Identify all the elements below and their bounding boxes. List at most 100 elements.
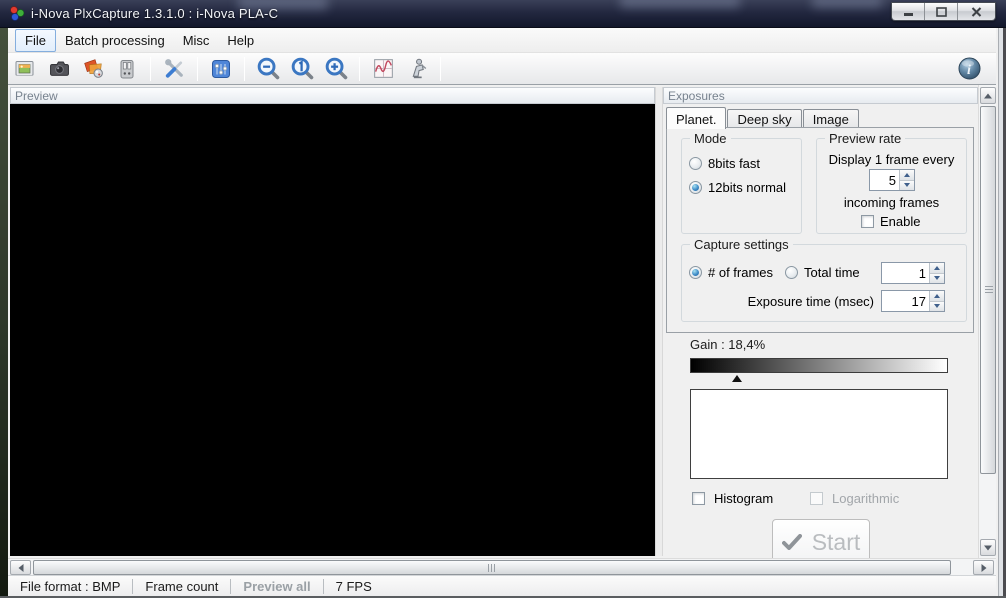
toolbar-separator xyxy=(197,56,198,81)
preview-rate-spin-down[interactable] xyxy=(900,180,914,190)
minimize-button[interactable] xyxy=(892,3,925,20)
scroll-up-button[interactable] xyxy=(980,87,996,104)
exposure-time-spin-down[interactable] xyxy=(930,301,944,311)
frame-count-input[interactable] xyxy=(882,263,929,283)
window-title: i-Nova PlxCapture 1.3.1.0 : i-Nova PLA-C xyxy=(31,6,279,21)
menu-bar: File Batch processing Misc Help xyxy=(8,28,996,52)
horizontal-scroll-thumb[interactable] xyxy=(33,560,951,575)
exposure-time-input[interactable] xyxy=(882,291,929,311)
preview-rate-line2: incoming frames xyxy=(843,195,940,210)
zoom-out-button[interactable] xyxy=(253,55,283,83)
radio-8bits-fast-label[interactable]: 8bits fast xyxy=(708,156,760,171)
toolbar-separator xyxy=(150,56,151,81)
histogram-checkbox[interactable] xyxy=(692,492,705,505)
check-icon xyxy=(781,534,802,550)
preview-rate-spin-up[interactable] xyxy=(900,170,914,181)
preview-rate-group-label: Preview rate xyxy=(825,131,906,146)
start-button-label: Start xyxy=(811,528,861,555)
exposure-time-label: Exposure time (msec) xyxy=(747,294,874,309)
mode-group: Mode 8bits fast 12bits normal xyxy=(681,131,802,234)
camera-button[interactable] xyxy=(44,55,74,83)
capture-settings-group-label: Capture settings xyxy=(690,237,793,252)
capture-settings-group: Capture settings # of frames Total time … xyxy=(681,237,967,322)
glass-reflection xyxy=(812,0,882,8)
status-frame-count: Frame count xyxy=(145,578,219,594)
menu-batch-processing[interactable]: Batch processing xyxy=(56,30,174,51)
scroll-left-button[interactable] xyxy=(10,560,31,575)
radio-num-frames-label[interactable]: # of frames xyxy=(708,265,773,280)
scroll-grip xyxy=(985,286,993,293)
scroll-right-button[interactable] xyxy=(973,560,994,575)
vertical-scrollbar[interactable] xyxy=(978,85,996,558)
scroll-down-button[interactable] xyxy=(980,539,996,556)
radio-12bits-normal[interactable] xyxy=(689,181,702,194)
zoom-actual-button[interactable] xyxy=(287,55,317,83)
radio-total-time[interactable] xyxy=(785,266,798,279)
device-control-icon xyxy=(120,59,134,78)
gain-slider-track xyxy=(690,374,948,383)
toolbar: i xyxy=(8,52,996,85)
open-image-button[interactable] xyxy=(10,55,40,83)
histogram-curve-button[interactable] xyxy=(368,55,398,83)
title-bar: i-Nova PlxCapture 1.3.1.0 : i-Nova PLA-C xyxy=(0,0,1006,28)
tab-planet[interactable]: Planet. xyxy=(666,107,727,129)
gain-slider[interactable] xyxy=(690,358,948,373)
camera-icon xyxy=(49,61,69,76)
app-icon xyxy=(10,6,25,21)
gain-marker[interactable] xyxy=(732,375,743,382)
tools-icon xyxy=(164,59,183,78)
close-button[interactable] xyxy=(958,3,995,20)
preview-rate-spinner xyxy=(869,169,915,191)
tab-deep-sky[interactable]: Deep sky xyxy=(727,109,802,128)
frame-count-spinner xyxy=(881,262,945,284)
glass-reflection xyxy=(620,0,740,8)
histogram-checkbox-label[interactable]: Histogram xyxy=(714,491,773,506)
open-image-icon xyxy=(15,60,34,76)
radio-8bits-fast[interactable] xyxy=(689,157,702,170)
menu-file[interactable]: File xyxy=(15,29,56,52)
preview-rate-input[interactable] xyxy=(870,170,899,190)
window-controls xyxy=(891,2,996,21)
exposure-time-spin-up[interactable] xyxy=(930,291,944,302)
autoguider-icon xyxy=(412,58,426,79)
menu-misc[interactable]: Misc xyxy=(174,30,219,51)
close-icon xyxy=(971,6,982,17)
radio-12bits-normal-label[interactable]: 12bits normal xyxy=(708,180,786,195)
minimize-icon xyxy=(903,12,913,16)
frame-count-spin-down[interactable] xyxy=(930,273,944,283)
menu-help[interactable]: Help xyxy=(218,30,263,51)
zoom-actual-icon xyxy=(291,57,313,80)
zoom-in-button[interactable] xyxy=(321,55,351,83)
preview-display xyxy=(10,104,655,556)
frame-count-spin-up[interactable] xyxy=(930,263,944,274)
histogram-curve-icon xyxy=(373,59,393,78)
exposures-panel-header: Exposures xyxy=(663,87,978,104)
autoguider-button[interactable] xyxy=(402,55,432,83)
zoom-in-icon xyxy=(325,57,347,80)
start-button[interactable]: Start xyxy=(772,519,870,558)
window-border-right xyxy=(998,28,1006,598)
info-icon: i xyxy=(958,57,980,80)
window-border-left xyxy=(0,28,8,598)
tools-button[interactable] xyxy=(159,55,189,83)
radio-num-frames[interactable] xyxy=(689,266,702,279)
radio-total-time-label[interactable]: Total time xyxy=(804,265,860,280)
maximize-icon xyxy=(935,6,947,17)
vertical-scroll-thumb[interactable] xyxy=(980,106,996,474)
color-adjust-button[interactable] xyxy=(78,55,108,83)
histogram-display xyxy=(690,389,948,479)
exposure-time-spinner xyxy=(881,290,945,312)
enable-checkbox[interactable] xyxy=(861,215,874,228)
info-button[interactable]: i xyxy=(956,56,982,82)
control-panel-button[interactable] xyxy=(206,55,236,83)
tab-image[interactable]: Image xyxy=(802,109,859,128)
svg-text:i: i xyxy=(967,63,971,78)
scroll-grip xyxy=(488,564,495,572)
device-control-button[interactable] xyxy=(112,55,142,83)
enable-checkbox-label[interactable]: Enable xyxy=(880,214,920,229)
main-area: Preview Exposures Planet. Deep sky Image… xyxy=(8,85,996,558)
maximize-button[interactable] xyxy=(925,3,958,20)
preview-panel-title: Preview xyxy=(15,89,58,103)
panel-splitter[interactable] xyxy=(655,87,663,556)
horizontal-scrollbar[interactable] xyxy=(8,558,996,575)
